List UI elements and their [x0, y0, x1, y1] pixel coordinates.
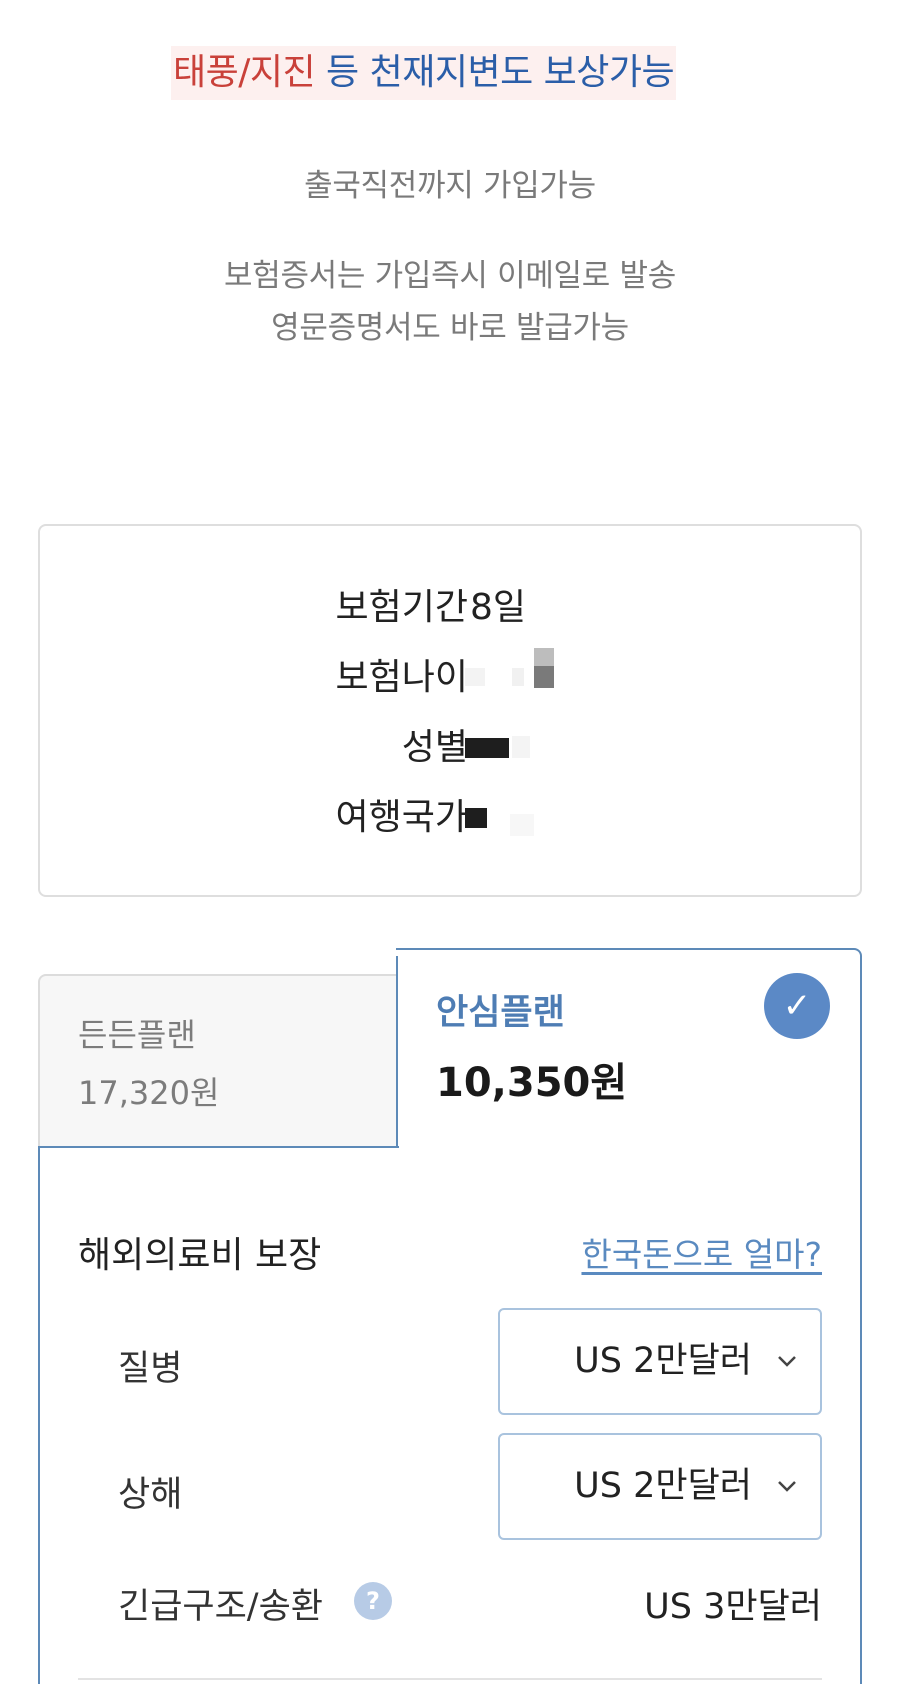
redacted-mask: [534, 648, 554, 666]
redacted-mask: [512, 668, 524, 686]
select-value: US 2만달러: [574, 1341, 752, 1381]
summary-label: 성별: [401, 727, 468, 768]
redacted-mask: [510, 814, 534, 836]
insurance-summary-card: 보험기간 8일 보험나이 성별 여행국가: [38, 524, 862, 897]
selected-plan-price: 10,350원: [436, 1060, 628, 1106]
summary-row-country: 여행국가: [40, 792, 860, 844]
tab-divider: [396, 956, 398, 1148]
injury-coverage-select[interactable]: US 2만달러: [498, 1433, 822, 1540]
summary-label: 보험나이: [335, 657, 468, 698]
coverage-section-title: 해외의료비 보장: [78, 1235, 322, 1276]
tab-divider: [38, 1146, 399, 1148]
headline: 태풍/지진 등 천재지변도 보상가능: [171, 46, 677, 100]
chevron-down-icon: [778, 1356, 796, 1367]
disease-coverage-select[interactable]: US 2만달러: [498, 1308, 822, 1415]
notice-english-certificate: 영문증명서도 바로 발급가능: [271, 310, 629, 346]
notice-email-certificate: 보험증서는 가입즉시 이메일로 발송: [224, 258, 676, 294]
summary-row-gender: 성별: [40, 722, 860, 774]
plan-name: 든든플랜: [78, 1016, 196, 1054]
plan-tab-dundeun[interactable]: 든든플랜 17,320원: [38, 974, 398, 1148]
summary-row-period: 보험기간 8일: [40, 582, 860, 634]
headline-rest: 등 천재지변도 보상가능: [315, 52, 675, 93]
emergency-coverage-value: US 3만달러: [644, 1587, 822, 1627]
krw-conversion-link[interactable]: 한국돈으로 얼마?: [581, 1228, 822, 1276]
headline-highlight: 태풍/지진: [173, 52, 316, 93]
redacted-mask: [534, 666, 554, 688]
coverage-label-emergency: 긴급구조/송환: [118, 1587, 323, 1627]
check-icon: ✓: [764, 973, 830, 1039]
coverage-label-injury: 상해: [118, 1475, 183, 1515]
redacted-mask: [512, 736, 530, 758]
summary-row-age: 보험나이: [40, 648, 860, 704]
redacted-mask: [465, 808, 487, 828]
summary-label: 보험기간: [335, 587, 468, 628]
summary-label: 여행국가: [335, 797, 468, 838]
notice-signup-deadline: 출국직전까지 가입가능: [304, 168, 596, 204]
plan-price: 17,320원: [78, 1074, 220, 1112]
selected-plan-name: 안심플랜: [436, 993, 565, 1033]
select-value: US 2만달러: [574, 1466, 752, 1506]
redacted-mask: [465, 668, 485, 686]
coverage-label-disease: 질병: [118, 1349, 183, 1389]
question-icon[interactable]: ?: [354, 1582, 392, 1620]
redacted-mask: [465, 738, 509, 758]
section-divider: [78, 1678, 822, 1680]
chevron-down-icon: [778, 1481, 796, 1492]
summary-value: 8일: [470, 587, 527, 628]
